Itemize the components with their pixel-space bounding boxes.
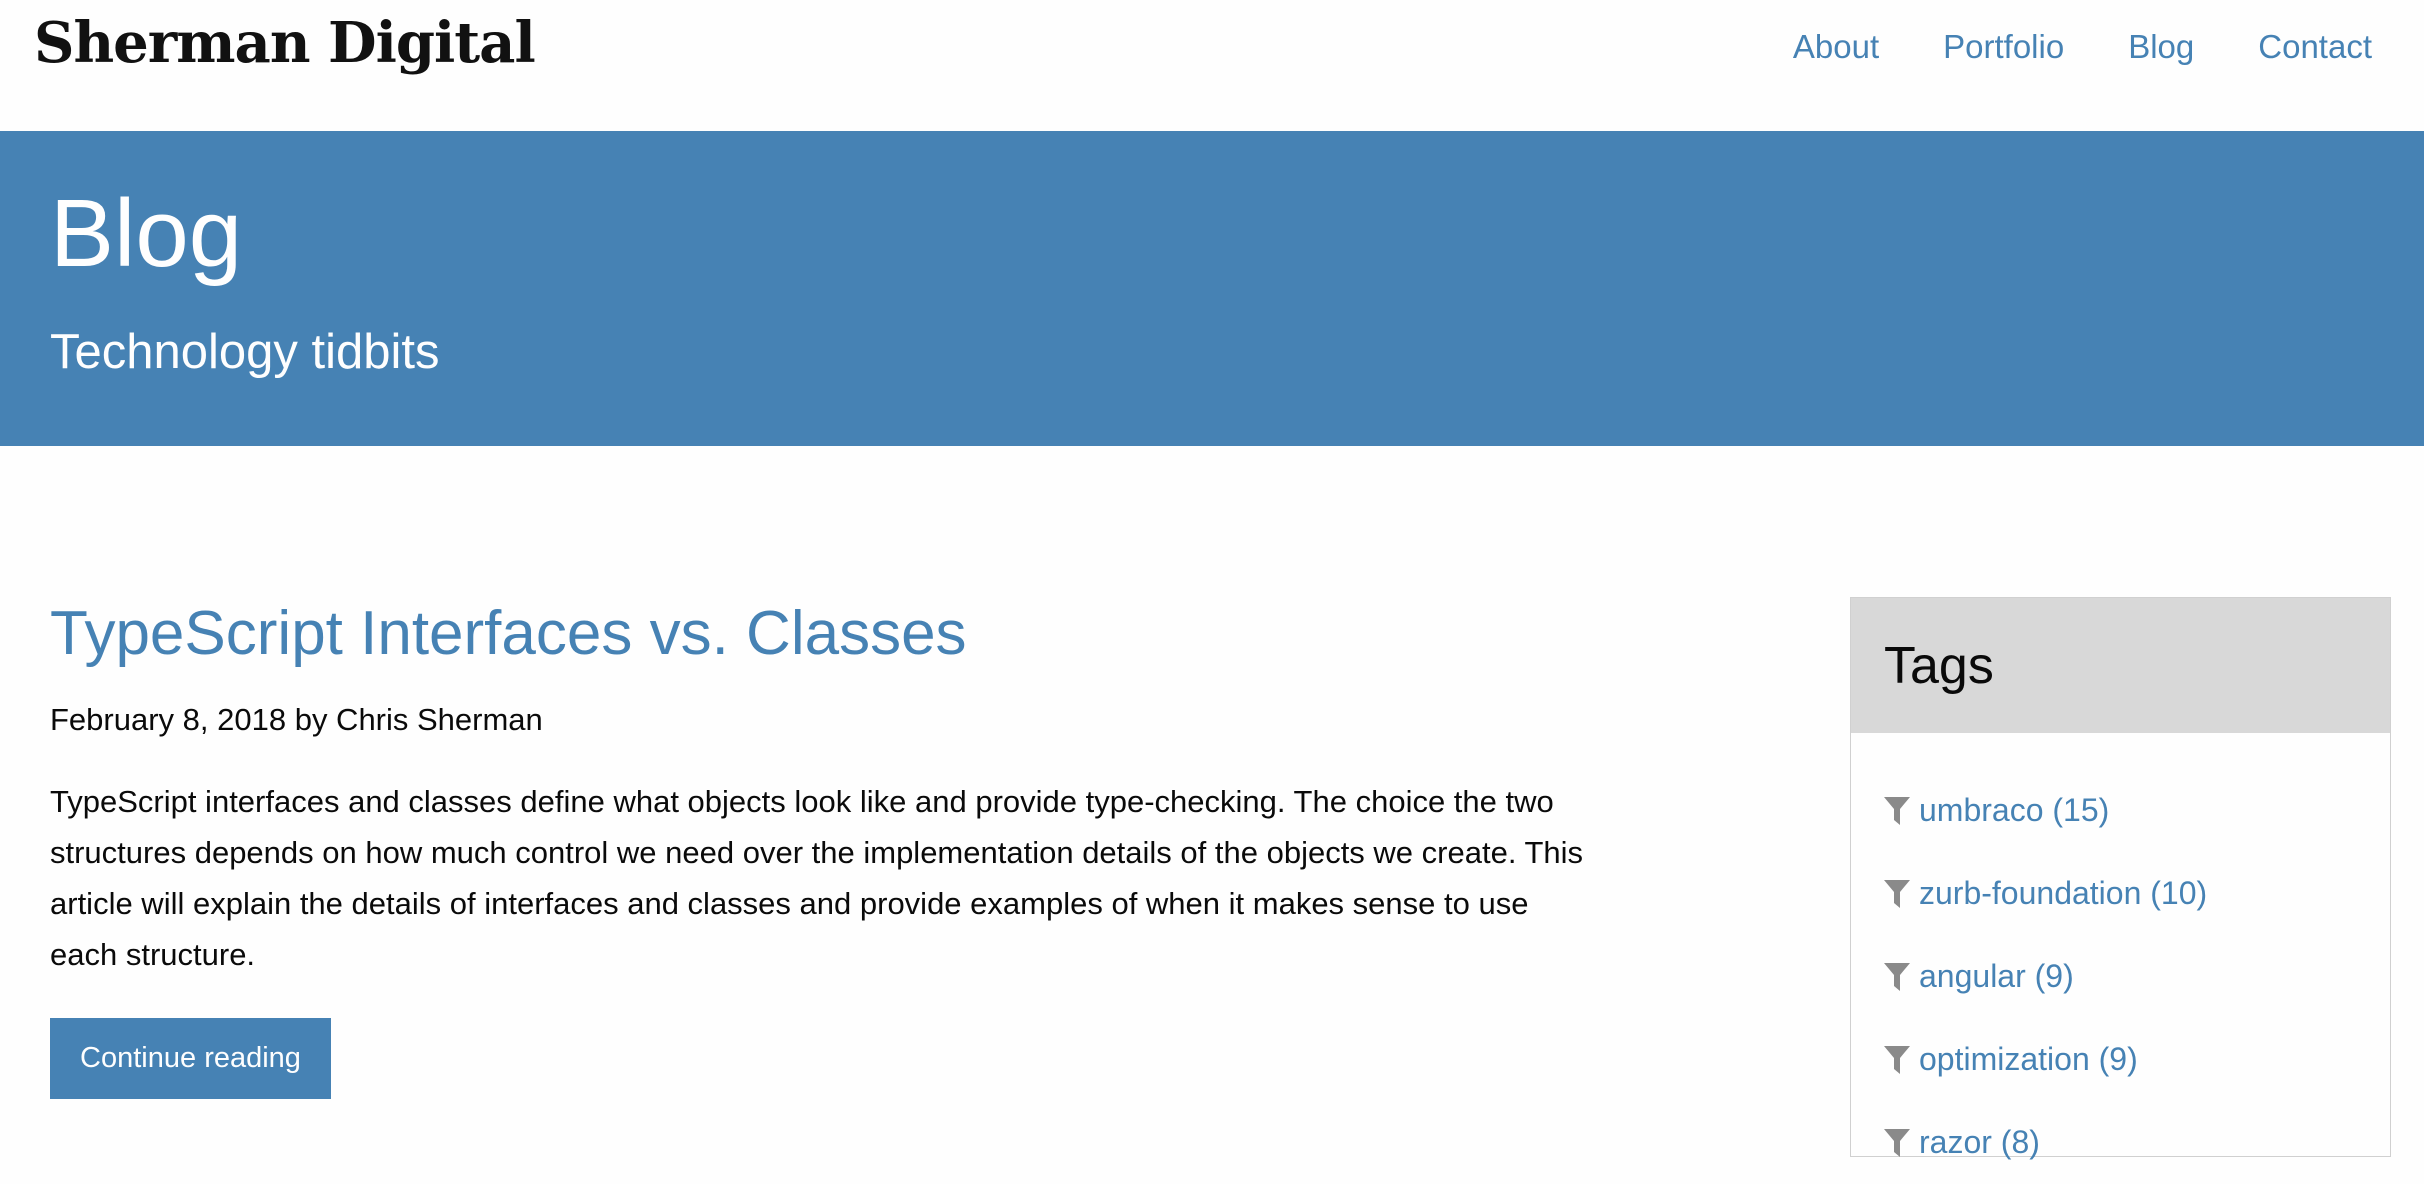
tag-item-razor[interactable]: razor (8) — [1884, 1101, 2390, 1184]
page-subtitle: Technology tidbits — [50, 325, 440, 379]
tag-label[interactable]: umbraco (15) — [1919, 792, 2109, 829]
nav-link-blog[interactable]: Blog — [2128, 28, 2194, 66]
main-nav: About Portfolio Blog Contact — [1793, 28, 2372, 66]
tag-label[interactable]: optimization (9) — [1919, 1041, 2138, 1078]
tag-item-umbraco[interactable]: umbraco (15) — [1884, 769, 2390, 852]
tag-label[interactable]: angular (9) — [1919, 958, 2074, 995]
filter-icon — [1884, 879, 1910, 908]
blog-post: TypeScript Interfaces vs. Classes Februa… — [50, 599, 1590, 980]
tag-item-zurb-foundation[interactable]: zurb-foundation (10) — [1884, 852, 2390, 935]
tags-list: umbraco (15) zurb-foundation (10) angula… — [1851, 733, 2390, 1184]
tag-item-optimization[interactable]: optimization (9) — [1884, 1018, 2390, 1101]
post-excerpt: TypeScript interfaces and classes define… — [50, 784, 1584, 973]
page-title: Blog — [50, 180, 243, 287]
post-title-link[interactable]: TypeScript Interfaces vs. Classes — [50, 599, 967, 668]
nav-link-about[interactable]: About — [1793, 28, 1879, 66]
tags-heading: Tags — [1884, 636, 1994, 695]
tag-label[interactable]: zurb-foundation (10) — [1919, 875, 2207, 912]
tag-label[interactable]: razor (8) — [1919, 1124, 2040, 1161]
post-meta: February 8, 2018 by Chris Sherman — [50, 702, 543, 738]
continue-reading-button[interactable]: Continue reading — [50, 1018, 331, 1099]
nav-link-portfolio[interactable]: Portfolio — [1943, 28, 2064, 66]
tags-header: Tags — [1851, 598, 2390, 733]
filter-icon — [1884, 962, 1910, 991]
filter-icon — [1884, 1045, 1910, 1074]
filter-icon — [1884, 796, 1910, 825]
tag-item-angular[interactable]: angular (9) — [1884, 935, 2390, 1018]
tags-panel: Tags umbraco (15) zurb-foundation (10) a… — [1850, 597, 2391, 1160]
site-header: Sherman Digital About Portfolio Blog Con… — [0, 0, 2424, 131]
hero-banner: Blog Technology tidbits — [0, 131, 2424, 446]
site-logo[interactable]: Sherman Digital — [34, 10, 536, 76]
filter-icon — [1884, 1128, 1910, 1157]
nav-link-contact[interactable]: Contact — [2258, 28, 2372, 66]
